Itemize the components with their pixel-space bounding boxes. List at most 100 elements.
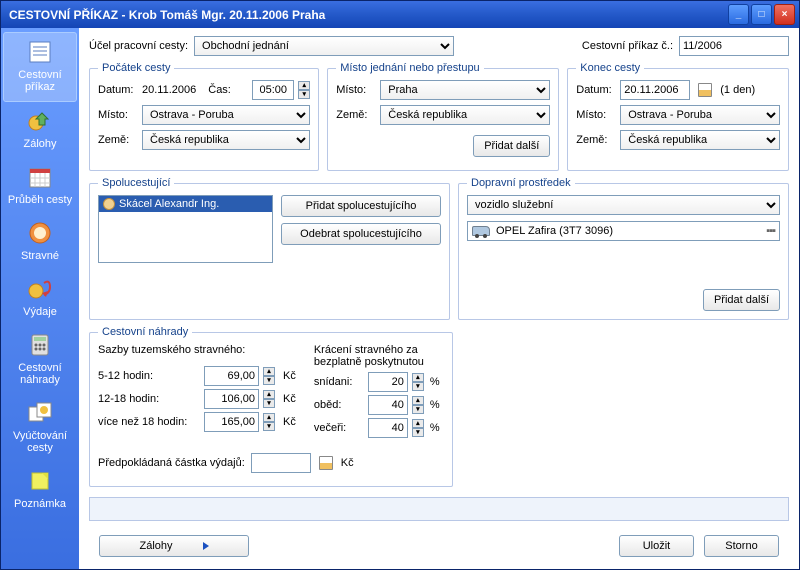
sidebar-item-prubeh[interactable]: Průběh cesty [1,158,79,214]
sidebar-item-label: Průběh cesty [8,194,72,206]
cas-spinner[interactable]: ▴▾ [298,81,310,99]
vehicle-dots-icon[interactable]: ▪▪▪ [766,225,775,237]
doprava-pridat-button[interactable]: Přidat další [703,289,780,311]
pocatek-datum-value: 20.11.2006 [142,84,196,96]
vecere-label: večeři: [314,422,362,434]
vecere-input[interactable] [368,418,408,438]
calculator-icon [25,330,55,360]
r2-input[interactable] [204,389,259,409]
pocatek-zeme-select[interactable]: Česká republika [142,130,310,150]
maximize-button[interactable]: □ [751,4,772,25]
prikaz-input[interactable] [679,36,789,56]
nav-zalohy-label: Zálohy [139,540,172,552]
r1-label: 5-12 hodin: [98,370,198,382]
titlebar: CESTOVNÍ PŘÍKAZ - Krob Tomáš Mgr. 20.11.… [1,1,799,28]
meal-icon [25,218,55,248]
pocatek-zeme-label: Země: [98,134,136,146]
konec-misto-label: Místo: [576,109,614,121]
spolucest-legend: Spolucestující [98,177,174,189]
sidebar-item-label: Cestovní příkaz [6,69,74,93]
footer: Zálohy Uložit Storno [89,527,789,565]
jednani-misto-label: Místo: [336,84,374,96]
calendar-picker-icon[interactable] [698,83,712,97]
odebrat-spolucest-button[interactable]: Odebrat spolucestujícího [281,223,441,245]
konec-datum-input[interactable] [620,80,690,100]
sidebar-item-label: Cestovní náhrady [3,362,77,386]
doprava-fieldset: Dopravní prostředek vozidlo služební OPE… [458,177,789,320]
obed-spinner[interactable]: ▴▾ [412,396,424,414]
pct-unit: % [430,376,440,388]
sidebar-item-poznamka[interactable]: Poznámka [1,462,79,518]
pocatek-cas-input[interactable] [252,80,294,100]
r1-input[interactable] [204,366,259,386]
r3-input[interactable] [204,412,259,432]
spolucest-item[interactable]: Skácel Alexandr Ing. [99,196,272,212]
obed-label: oběd: [314,399,362,411]
jednani-pridat-button[interactable]: Přidat další [473,135,550,157]
sidebar-item-zalohy[interactable]: Zálohy [1,102,79,158]
car-icon [472,226,490,236]
doprava-typ-select[interactable]: vozidlo služební [467,195,780,215]
ucel-select[interactable]: Obchodní jednání [194,36,454,56]
close-button[interactable]: × [774,4,795,25]
nahrady-fieldset: Cestovní náhrady Sazby tuzemského stravn… [89,326,453,487]
form-icon [25,37,55,67]
calendar-icon [25,162,55,192]
sidebar-item-label: Vyúčtování cesty [3,430,77,454]
pocatek-misto-label: Místo: [98,109,136,121]
person-icon [103,198,115,210]
konec-fieldset: Konec cesty Datum: (1 den) Místo: Ostrav… [567,62,789,171]
sidebar-item-nahrady[interactable]: Cestovní náhrady [1,326,79,394]
ucel-label: Účel pracovní cesty: [89,40,188,52]
sidebar-item-cestovni-prikaz[interactable]: Cestovní příkaz [3,32,77,102]
kc-unit: Kč [341,457,354,469]
sidebar-item-stravne[interactable]: Stravné [1,214,79,270]
obed-input[interactable] [368,395,408,415]
nav-zalohy-button[interactable]: Zálohy [99,535,249,557]
kc-unit: Kč [283,416,296,428]
pocatek-misto-select[interactable]: Ostrava - Poruba [142,105,310,125]
r3-spinner[interactable]: ▴▾ [263,413,275,431]
jednani-zeme-select[interactable]: Česká republika [380,105,550,125]
jednani-misto-select[interactable]: Praha [380,80,550,100]
spolucest-name: Skácel Alexandr Ing. [119,198,219,210]
settlement-icon [25,398,55,428]
vehicle-name: OPEL Zafira (3T7 3096) [496,225,760,237]
snidani-input[interactable] [368,372,408,392]
sidebar-item-vyuctovani[interactable]: Vyúčtování cesty [1,394,79,462]
advance-icon [25,106,55,136]
sidebar: Cestovní příkaz Zálohy Průběh cesty Stra… [1,28,79,569]
spolucest-list[interactable]: Skácel Alexandr Ing. [98,195,273,263]
sidebar-item-vydaje[interactable]: Výdaje [1,270,79,326]
jednani-fieldset: Místo jednání nebo přestupu Místo: Praha… [327,62,559,171]
pct-unit: % [430,422,440,434]
kraceni-label: Krácení stravného za bezplatně poskytnut… [314,344,444,368]
r2-spinner[interactable]: ▴▾ [263,390,275,408]
r1-spinner[interactable]: ▴▾ [263,367,275,385]
pridat-spolucest-button[interactable]: Přidat spolucestujícího [281,195,441,217]
prikaz-label: Cestovní příkaz č.: [582,40,673,52]
calc-helper-icon[interactable] [319,456,333,470]
sidebar-item-label: Zálohy [23,138,56,150]
konec-misto-select[interactable]: Ostrava - Poruba [620,105,780,125]
vehicle-box[interactable]: OPEL Zafira (3T7 3096) ▪▪▪ [467,221,780,241]
jednani-zeme-label: Země: [336,109,374,121]
sazby-label: Sazby tuzemského stravného: [98,344,296,356]
snidani-spinner[interactable]: ▴▾ [412,373,424,391]
cancel-button[interactable]: Storno [704,535,779,557]
vecere-spinner[interactable]: ▴▾ [412,419,424,437]
status-bar [89,497,789,521]
kc-unit: Kč [283,370,296,382]
sidebar-item-label: Stravné [21,250,59,262]
konec-zeme-select[interactable]: Česká republika [620,130,780,150]
pct-unit: % [430,399,440,411]
predpokl-label: Předpokládaná částka výdajů: [98,457,245,469]
r3-label: více než 18 hodin: [98,416,198,428]
minimize-button[interactable]: _ [728,4,749,25]
r2-label: 12-18 hodin: [98,393,198,405]
sidebar-item-label: Výdaje [23,306,57,318]
pocatek-cas-label: Čas: [208,84,246,96]
predpokl-input[interactable] [251,453,311,473]
save-button[interactable]: Uložit [619,535,694,557]
nahrady-legend: Cestovní náhrady [98,326,192,338]
